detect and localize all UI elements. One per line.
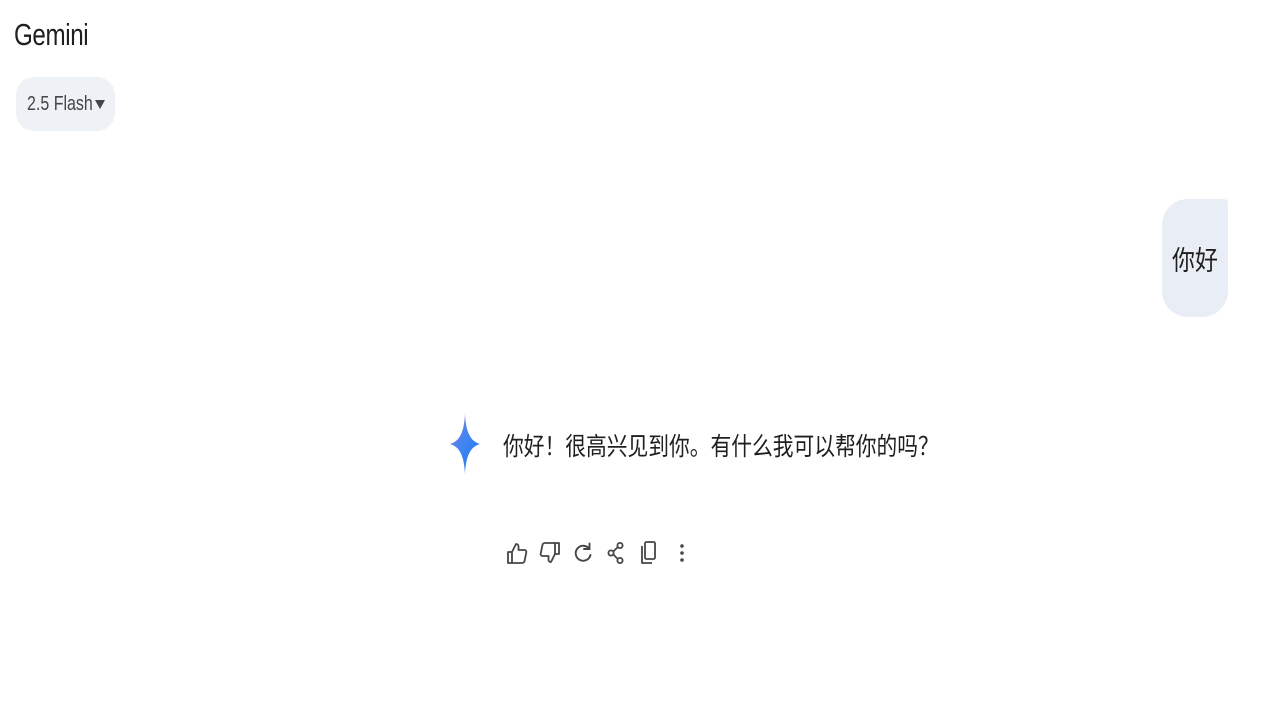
user-message-bubble: 你好: [1162, 199, 1228, 317]
thumbs-down-button[interactable]: [533, 536, 566, 570]
gemini-spark-icon: [450, 414, 480, 474]
share-button[interactable]: [599, 536, 632, 570]
thumbs-up-button[interactable]: [500, 536, 533, 570]
regenerate-button[interactable]: [566, 536, 599, 570]
share-icon: [607, 542, 623, 564]
thumbs-up-icon: [506, 543, 527, 564]
assistant-message-text: 你好！很高兴见到你。有什么我可以帮你的吗？: [503, 433, 939, 461]
more-vert-icon: [679, 544, 684, 562]
chat-page: Gemini 2.5 Flash 你好 你好！很高兴见到你。有什么我可以帮你的吗…: [0, 0, 1280, 720]
copy-icon: [640, 541, 656, 564]
copy-button[interactable]: [632, 536, 665, 570]
regenerate-icon: [574, 542, 591, 562]
user-message-text: 你好: [1172, 245, 1218, 276]
response-action-bar: [500, 536, 698, 570]
thumbs-down-icon: [539, 542, 560, 563]
model-selector-button[interactable]: 2.5 Flash: [16, 77, 115, 131]
app-title: Gemini: [14, 17, 89, 52]
model-label: 2.5 Flash: [27, 92, 93, 115]
more-options-button[interactable]: [665, 536, 698, 570]
caret-down-icon: [95, 99, 105, 109]
